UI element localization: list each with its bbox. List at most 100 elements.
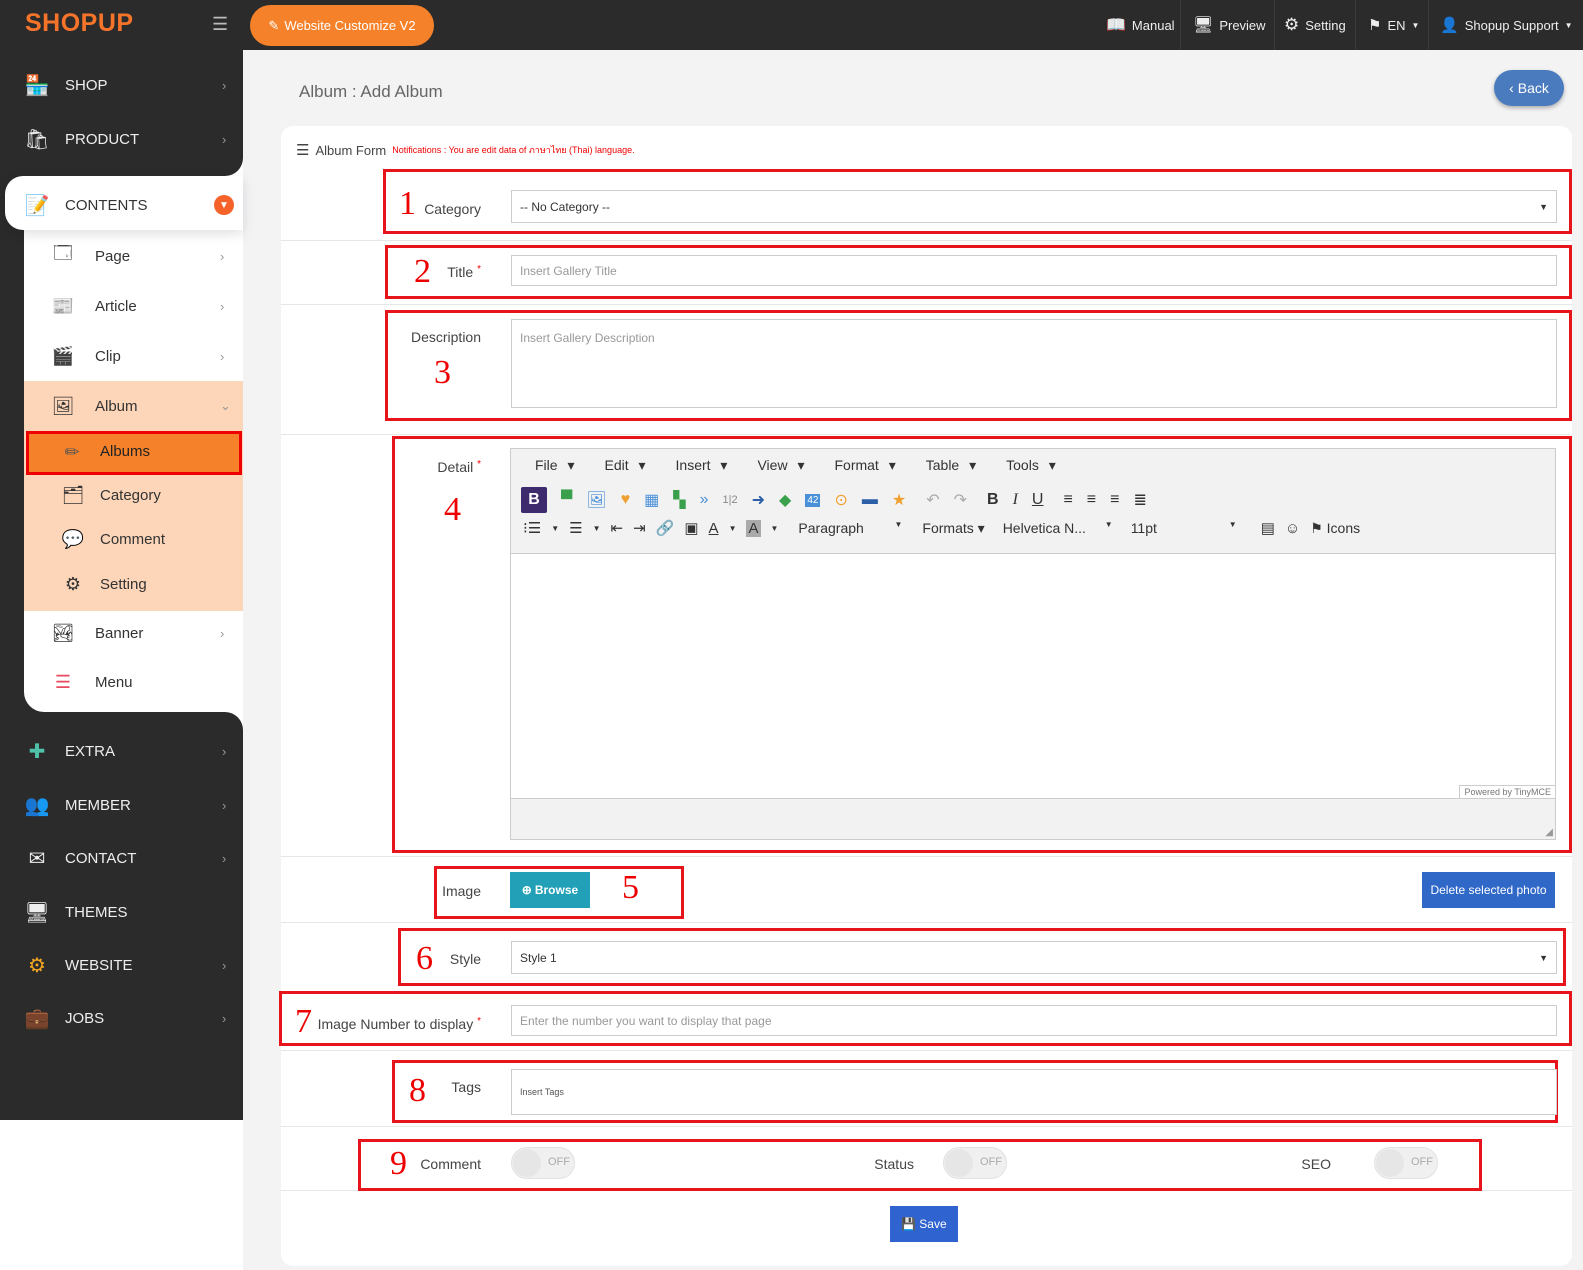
- bold-icon[interactable]: B: [987, 491, 999, 509]
- redo-icon[interactable]: ↷: [954, 490, 967, 510]
- caret-down-icon[interactable]: ▼: [551, 524, 559, 533]
- sidebar-item-album-category[interactable]: 🗂 Category: [0, 483, 243, 507]
- menu-file[interactable]: File ▾: [523, 457, 574, 474]
- arrow-right-icon[interactable]: ➜: [752, 490, 765, 510]
- seo-toggle[interactable]: OFF: [1374, 1147, 1438, 1179]
- menu-format[interactable]: Format ▾: [822, 457, 895, 474]
- sidebar-item-album-comment[interactable]: 💬 Comment: [0, 527, 243, 551]
- video-icon: 🎬: [51, 345, 75, 366]
- manual-link[interactable]: 📖 Manual: [1106, 0, 1175, 50]
- sidebar-item-clip[interactable]: 🎬 Clip ›: [0, 344, 243, 368]
- grid-icon[interactable]: ▚: [673, 490, 685, 510]
- undo-icon[interactable]: ↶: [926, 490, 939, 510]
- paragraph-select[interactable]: Paragraph ▼: [798, 520, 902, 536]
- setting-link[interactable]: ⚙ Setting: [1284, 0, 1346, 50]
- detail-label: Detail *: [437, 459, 481, 475]
- caret-down-icon: ▼: [1539, 201, 1548, 212]
- title-input[interactable]: Insert Gallery Title: [511, 255, 1557, 286]
- sidebar-item-album[interactable]: 🖼 Album ⌄: [0, 394, 243, 418]
- forward-icon[interactable]: »: [700, 491, 709, 509]
- sidebar-item-themes[interactable]: 🖥 THEMES: [0, 897, 243, 927]
- caret-down-icon[interactable]: ▼: [729, 524, 737, 533]
- preview-link[interactable]: 🖥 Preview: [1193, 0, 1266, 50]
- tags-input[interactable]: Insert Tags: [511, 1069, 1557, 1115]
- save-button[interactable]: 💾 Save: [890, 1206, 958, 1242]
- formats-select[interactable]: Formats ▾: [922, 520, 984, 537]
- image-icon[interactable]: 🖼: [586, 490, 606, 510]
- caret-down-icon[interactable]: ▼: [593, 524, 601, 533]
- emoticon-icon[interactable]: ☺: [1285, 520, 1300, 537]
- indent-icon[interactable]: ⇥: [633, 519, 646, 537]
- heart-icon[interactable]: ♥: [621, 491, 631, 509]
- caret-down-icon[interactable]: ▼: [771, 524, 779, 533]
- back-button[interactable]: ‹ Back: [1494, 70, 1564, 106]
- italic-icon[interactable]: I: [1013, 491, 1018, 509]
- highlight-icon[interactable]: ▀: [561, 491, 572, 509]
- sidebar-item-page[interactable]: 🗔 Page ›: [0, 243, 243, 268]
- description-textarea[interactable]: Insert Gallery Description: [511, 319, 1557, 408]
- image-number-input[interactable]: Enter the number you want to display tha…: [511, 1005, 1557, 1036]
- font-select[interactable]: Helvetica N... ▼: [1003, 520, 1113, 536]
- category-label: Category: [424, 201, 481, 217]
- table-icon[interactable]: ▦: [644, 490, 659, 510]
- menu-view[interactable]: View ▾: [745, 457, 804, 474]
- align-right-icon[interactable]: ≡: [1110, 491, 1119, 509]
- row-divider: [281, 856, 1572, 857]
- sidebar-item-extra[interactable]: ✚ EXTRA ›: [0, 736, 243, 766]
- font-size-select[interactable]: 11pt ▼: [1131, 520, 1237, 536]
- box-icon[interactable]: ▬: [862, 491, 878, 509]
- bold-block-icon[interactable]: B: [521, 487, 547, 513]
- sidebar-item-albums[interactable]: ✏ Albums: [26, 431, 242, 475]
- sidebar-item-menu[interactable]: ☰ Menu: [0, 670, 243, 694]
- counter-icon[interactable]: 42: [805, 493, 821, 507]
- comment-toggle[interactable]: OFF: [511, 1147, 575, 1179]
- status-toggle[interactable]: OFF: [943, 1147, 1007, 1179]
- underline-icon[interactable]: U: [1032, 491, 1044, 509]
- align-left-icon[interactable]: ≡: [1063, 491, 1072, 509]
- outdent-icon[interactable]: ⇤: [611, 519, 624, 537]
- link-icon[interactable]: 🔗: [656, 519, 675, 537]
- sidebar-item-website[interactable]: ⚙ WEBSITE ›: [0, 950, 243, 980]
- language-dropdown[interactable]: ⚑ EN ▼: [1368, 0, 1419, 50]
- editor-content-area[interactable]: Powered by TinyMCE: [511, 553, 1555, 799]
- code-sample-icon[interactable]: ▤: [1261, 519, 1275, 537]
- sidebar-item-article[interactable]: 📰 Article ›: [0, 294, 243, 318]
- icons-button[interactable]: ⚑ Icons: [1310, 520, 1360, 537]
- menu-table[interactable]: Table ▾: [914, 457, 976, 474]
- resize-handle-icon[interactable]: ◢: [1545, 827, 1553, 838]
- star-icon[interactable]: ★: [892, 490, 906, 510]
- page-title: Album : Add Album: [299, 82, 443, 101]
- category-select[interactable]: -- No Category -- ▼: [511, 190, 1557, 223]
- website-customize-button[interactable]: ✎ Website Customize V2: [250, 5, 434, 46]
- numbered-list-icon[interactable]: ☰: [569, 519, 582, 537]
- sidebar-item-shop[interactable]: 🏪 SHOP ›: [0, 70, 243, 100]
- collapse-icon[interactable]: ▼: [214, 195, 234, 215]
- numbers-icon[interactable]: 1|2: [723, 494, 738, 506]
- editor-toolbar-2: ⁝☰ ▼ ☰ ▼ ⇤ ⇥ 🔗 ▣ A ▼ A ▼ Paragraph ▼ Formats …: [523, 519, 1360, 537]
- hamburger-menu-icon[interactable]: ☰: [212, 14, 228, 35]
- text-color-icon[interactable]: A: [709, 520, 719, 537]
- sidebar-footer-area: [0, 1120, 243, 1270]
- sidebar-item-member[interactable]: 👥 MEMBER ›: [0, 790, 243, 820]
- sidebar-item-jobs[interactable]: 💼 JOBS ›: [0, 1003, 243, 1033]
- support-dropdown[interactable]: 👤 Shopup Support ▼: [1440, 0, 1573, 50]
- align-justify-icon[interactable]: ≣: [1133, 490, 1146, 510]
- menu-tools[interactable]: Tools ▾: [994, 457, 1056, 474]
- align-center-icon[interactable]: ≡: [1087, 491, 1096, 509]
- tag-icon[interactable]: ◆: [779, 490, 791, 510]
- bullet-list-icon[interactable]: ⁝☰: [523, 519, 541, 537]
- sidebar-item-banner[interactable]: 🏞 Banner ›: [0, 621, 243, 645]
- insert-image-icon[interactable]: ▣: [684, 519, 698, 537]
- shopup-logo[interactable]: SHOPUP: [25, 9, 134, 38]
- delete-selected-photo-button[interactable]: Delete selected photo: [1422, 872, 1555, 908]
- sidebar-item-contact[interactable]: ✉ CONTACT ›: [0, 843, 243, 873]
- sidebar-item-album-setting[interactable]: ⚙ Setting: [0, 572, 243, 596]
- menu-insert[interactable]: Insert ▾: [664, 457, 728, 474]
- style-select[interactable]: Style 1 ▼: [511, 941, 1557, 974]
- background-color-icon[interactable]: A: [746, 519, 761, 537]
- browse-button[interactable]: ⊕ Browse: [510, 872, 590, 908]
- chevron-down-icon: ⌄: [220, 398, 231, 413]
- sidebar-item-product[interactable]: 🛍 PRODUCT ›: [0, 124, 243, 154]
- menu-edit[interactable]: Edit ▾: [592, 457, 645, 474]
- alert-icon[interactable]: ⊙: [834, 490, 847, 510]
